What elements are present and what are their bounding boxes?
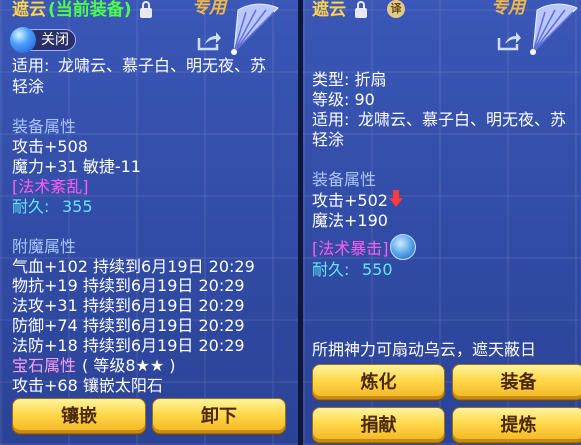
enchant-header: 附魔属性 <box>12 237 77 256</box>
lock-icon[interactable] <box>140 1 152 18</box>
item-name: 遮云 <box>12 0 46 20</box>
current-equipment-panel: 遮云 (当前装备) 专用 关闭 适用: 龙啸云、慕子白、明无夜、苏 轻涂 装备属… <box>0 0 298 445</box>
usable-by: 龙啸云、慕子白、明无夜、苏 <box>58 56 267 75</box>
usable-by-label: 适用: <box>12 56 50 75</box>
magic-value: 魔法+190 <box>312 211 388 230</box>
bind-badge: 译 <box>387 0 405 18</box>
special-tag: 专用 <box>192 0 226 18</box>
type-line: 类型: 折扇 <box>312 70 387 89</box>
usable-by-cont: 轻涂 <box>312 130 345 149</box>
close-button[interactable]: 关闭 <box>10 27 76 53</box>
down-arrow-icon <box>389 190 403 207</box>
usable-by-cont: 轻涂 <box>12 77 45 96</box>
refine-button[interactable]: 炼化 <box>312 364 445 400</box>
gem-level: ( 等级8★★ ) <box>82 356 176 375</box>
magic-agility-value: 魔力+31 敏捷-11 <box>12 157 141 176</box>
equip-button[interactable]: 装备 <box>452 364 581 400</box>
level-line: 等级: 90 <box>312 90 375 109</box>
unequip-button[interactable]: 卸下 <box>152 398 286 434</box>
enchant-line: 气血+102 持续到6月19日 20:29 <box>12 257 255 276</box>
attack-value: 攻击+508 <box>12 137 88 156</box>
gem-header: 宝石属性 <box>12 356 77 375</box>
spell-icon <box>390 234 416 260</box>
durability-value: 355 <box>62 197 93 216</box>
equip-attr-header: 装备属性 <box>12 117 77 136</box>
item-name: 遮云 <box>312 0 346 20</box>
enchant-line: 防御+74 持续到6月19日 20:29 <box>12 316 245 335</box>
close-icon <box>10 27 36 53</box>
equip-attr-header: 装备属性 <box>312 170 377 189</box>
attack-value: 攻击+502 <box>312 191 388 210</box>
item-description: 所拥神力可扇动乌云，遮天蔽日 <box>312 340 537 359</box>
usable-by: 龙啸云、慕子白、明无夜、苏 <box>358 110 567 129</box>
usable-by-label: 适用: <box>312 110 350 129</box>
candidate-equipment-panel: 遮云 译 专用 类型: 折扇 等级: 90 适用: 龙啸云、慕子白、明无夜、苏 … <box>303 0 581 445</box>
enchant-line: 物抗+19 持续到6月19日 20:29 <box>12 276 245 295</box>
lock-icon[interactable] <box>355 1 367 18</box>
donate-button[interactable]: 捐献 <box>312 407 445 443</box>
extract-button[interactable]: 提炼 <box>452 407 581 443</box>
share-icon[interactable] <box>196 30 222 52</box>
durability-value: 550 <box>362 260 393 279</box>
inlay-button[interactable]: 镶嵌 <box>12 398 146 434</box>
share-icon[interactable] <box>496 30 522 52</box>
gem-line: 攻击+68 镶嵌太阳石 <box>12 376 163 395</box>
spell-label: [法术紊乱] <box>12 177 89 196</box>
special-tag: 专用 <box>491 0 525 18</box>
enchant-line: 法防+18 持续到6月19日 20:29 <box>12 336 245 355</box>
spell-label: [法术暴击] <box>312 239 389 258</box>
durability-label: 耐久: <box>312 260 350 279</box>
durability-label: 耐久: <box>12 197 50 216</box>
fan-icon <box>231 3 279 55</box>
enchant-line: 法攻+31 持续到6月19日 20:29 <box>12 296 245 315</box>
fan-icon <box>530 3 578 55</box>
close-label: 关闭 <box>41 32 69 48</box>
equipped-tag: (当前装备) <box>48 0 132 20</box>
